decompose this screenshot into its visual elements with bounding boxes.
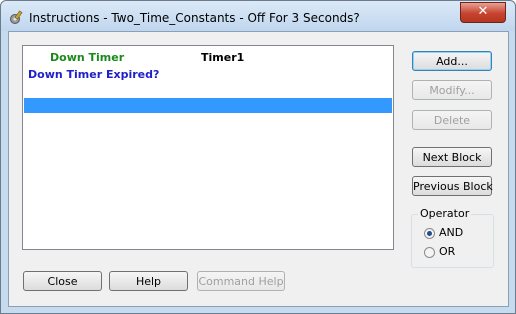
- operator-label: Operator: [418, 207, 472, 220]
- operator-or-option[interactable]: OR: [424, 245, 455, 258]
- close-button[interactable]: Close: [23, 271, 102, 291]
- column-header-timer: Timer1: [201, 51, 245, 64]
- previous-block-button[interactable]: Previous Block: [412, 176, 493, 196]
- modify-button[interactable]: Modify...: [412, 80, 492, 100]
- add-button[interactable]: Add...: [412, 51, 492, 71]
- title-bar[interactable]: Instructions - Two_Time_Constants - Off …: [1, 1, 515, 31]
- instruction-list[interactable]: Down Timer Timer1 Down Timer Expired?: [22, 45, 394, 250]
- dialog-client-area: Down Timer Timer1 Down Timer Expired? Ad…: [8, 31, 509, 307]
- radio-unselected-icon[interactable]: [424, 246, 435, 258]
- delete-button[interactable]: Delete: [412, 110, 492, 130]
- radio-selected-icon[interactable]: [424, 227, 435, 239]
- operator-or-label: OR: [439, 245, 456, 258]
- operator-group: Operator AND OR: [411, 207, 494, 268]
- help-button[interactable]: Help: [109, 271, 188, 291]
- operator-and-label: AND: [439, 226, 464, 239]
- window-title: Instructions - Two_Time_Constants - Off …: [29, 11, 360, 25]
- selected-row[interactable]: [24, 98, 392, 113]
- column-header-name: Down Timer: [50, 51, 125, 64]
- next-block-button[interactable]: Next Block: [412, 147, 492, 167]
- operator-and-option[interactable]: AND: [424, 226, 463, 239]
- window-close-button[interactable]: ✕: [460, 2, 506, 23]
- instruction-line[interactable]: Down Timer Expired?: [28, 68, 159, 81]
- close-icon: ✕: [477, 4, 489, 19]
- command-help-button[interactable]: Command Help: [197, 271, 285, 291]
- instructions-dialog: Instructions - Two_Time_Constants - Off …: [0, 0, 516, 314]
- gear-wrench-icon: [8, 10, 24, 26]
